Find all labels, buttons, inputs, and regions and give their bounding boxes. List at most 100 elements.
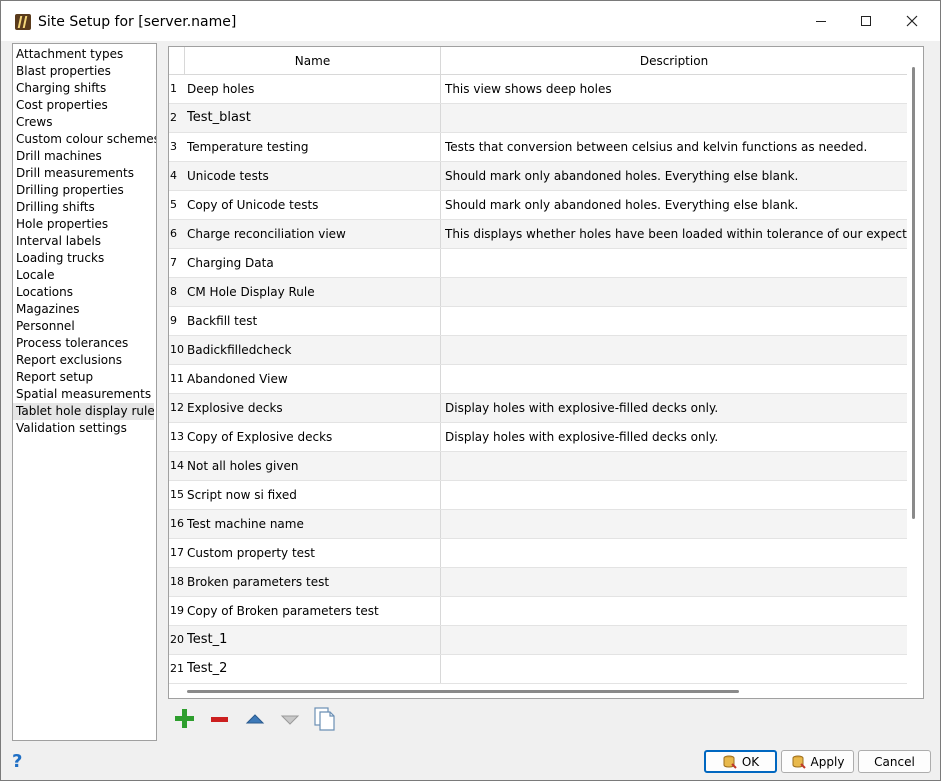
rule-name-cell[interactable]: Unicode tests [187,162,441,190]
sidebar-item[interactable]: Hole properties [13,216,156,233]
rule-name-cell[interactable]: Explosive decks [187,394,441,422]
row-number[interactable]: 18 [169,568,185,596]
sidebar-item[interactable]: Drill measurements [13,165,156,182]
table-row[interactable]: 16 Test machine name [169,510,907,539]
row-number[interactable]: 13 [169,423,185,451]
rule-description-cell[interactable] [445,539,907,567]
close-button[interactable] [889,1,935,41]
title-bar[interactable]: Site Setup for [server.name] [1,1,940,41]
row-number[interactable]: 20 [169,626,185,654]
table-row[interactable]: 13 Copy of Explosive decks Display holes w… [169,423,907,452]
column-header-description[interactable]: Description [441,47,907,75]
sidebar-item[interactable]: Loading trucks [13,250,156,267]
column-header-name[interactable]: Name [185,47,441,75]
sidebar-item[interactable]: Attachment types [13,46,156,63]
rule-name-cell[interactable]: Temperature testing [187,133,441,161]
sidebar-item[interactable]: Personnel [13,318,156,335]
rule-name-cell[interactable]: Charge reconciliation view [187,220,441,248]
rule-description-cell[interactable] [445,104,907,132]
rule-name-cell[interactable]: Script now si fixed [187,481,441,509]
row-number[interactable]: 7 [169,249,185,277]
move-down-button[interactable] [276,705,304,733]
table-row[interactable]: 15 Script now si fixed [169,481,907,510]
sidebar-item[interactable]: Locale [13,267,156,284]
table-row[interactable]: 18 Broken parameters test [169,568,907,597]
settings-category-list[interactable]: Attachment types Blast properties Charging… [12,43,157,741]
rule-description-cell[interactable] [445,336,907,364]
sidebar-item[interactable]: Locations [13,284,156,301]
table-row[interactable]: 1 Deep holes This view shows deep holes [169,75,907,104]
rule-name-cell[interactable]: Test_1 [187,626,441,654]
rule-description-cell[interactable] [445,626,907,654]
sidebar-item[interactable]: Custom colour schemes [13,131,156,148]
rule-name-cell[interactable]: Abandoned View [187,365,441,393]
row-number[interactable]: 21 [169,655,185,683]
apply-button[interactable]: Apply [781,750,854,773]
row-number[interactable]: 4 [169,162,185,190]
rule-description-cell[interactable] [445,278,907,306]
rule-name-cell[interactable]: CM Hole Display Rule [187,278,441,306]
rule-description-cell[interactable]: Tests that conversion between celsius an… [445,133,907,161]
rule-description-cell[interactable]: Display holes with explosive-filled deck… [445,423,907,451]
row-number[interactable]: 11 [169,365,185,393]
maximize-button[interactable] [843,1,889,41]
table-row[interactable]: 8 CM Hole Display Rule [169,278,907,307]
sidebar-item[interactable]: Tablet hole display rules [13,403,154,420]
rule-name-cell[interactable]: Backfill test [187,307,441,335]
sidebar-item[interactable]: Blast properties [13,63,156,80]
rule-name-cell[interactable]: Test_2 [187,655,441,683]
row-number[interactable]: 15 [169,481,185,509]
rule-name-cell[interactable]: Copy of Unicode tests [187,191,441,219]
row-number[interactable]: 3 [169,133,185,161]
rule-name-cell[interactable]: Custom property test [187,539,441,567]
rule-description-cell[interactable] [445,568,907,596]
rule-description-cell[interactable] [445,597,907,625]
sidebar-item[interactable]: Drill machines [13,148,156,165]
sidebar-item[interactable]: Spatial measurements [13,386,156,403]
rule-description-cell[interactable] [445,481,907,509]
row-number[interactable]: 19 [169,597,185,625]
table-row[interactable]: 10 Badickfilledcheck [169,336,907,365]
row-number[interactable]: 6 [169,220,185,248]
rule-name-cell[interactable]: Test_blast [187,104,441,132]
rule-name-cell[interactable]: Copy of Broken parameters test [187,597,441,625]
sidebar-item[interactable]: Crews [13,114,156,131]
row-number[interactable]: 9 [169,307,185,335]
rule-description-cell[interactable] [445,452,907,480]
sidebar-item[interactable]: Drilling properties [13,182,156,199]
table-row[interactable]: 3 Temperature testing Tests that conversio… [169,133,907,162]
sidebar-item[interactable]: Interval labels [13,233,156,250]
row-number[interactable]: 5 [169,191,185,219]
copy-rule-button[interactable] [311,705,339,733]
rule-name-cell[interactable]: Test machine name [187,510,441,538]
table-row[interactable]: 17 Custom property test [169,539,907,568]
table-row[interactable]: 20 Test_1 [169,626,907,655]
table-row[interactable]: 19 Copy of Broken parameters test [169,597,907,626]
rule-name-cell[interactable]: Broken parameters test [187,568,441,596]
move-up-button[interactable] [241,705,269,733]
rule-description-cell[interactable]: This view shows deep holes [445,75,907,103]
ok-button[interactable]: OK [704,750,777,773]
rule-description-cell[interactable] [445,249,907,277]
horizontal-scrollbar[interactable] [187,690,739,693]
sidebar-item[interactable]: Cost properties [13,97,156,114]
rule-description-cell[interactable]: Should mark only abandoned holes. Everyt… [445,191,907,219]
display-rules-table[interactable]: Name Description 1 Deep holes This view sh… [168,46,924,699]
vertical-scrollbar[interactable] [912,67,915,519]
table-row[interactable]: 7 Charging Data [169,249,907,278]
add-rule-button[interactable] [171,705,199,733]
row-number[interactable]: 12 [169,394,185,422]
rule-description-cell[interactable]: Display holes with explosive-filled deck… [445,394,907,422]
sidebar-item[interactable]: Charging shifts [13,80,156,97]
help-icon[interactable]: ? [12,752,28,772]
rule-description-cell[interactable]: This displays whether holes have been lo… [445,220,907,248]
rule-description-cell[interactable] [445,655,907,683]
sidebar-item[interactable]: Magazines [13,301,156,318]
cancel-button[interactable]: Cancel [858,750,931,773]
sidebar-item[interactable]: Report setup [13,369,156,386]
row-number[interactable]: 10 [169,336,185,364]
minimize-button[interactable] [798,1,844,41]
rule-name-cell[interactable]: Not all holes given [187,452,441,480]
row-number[interactable]: 1 [169,75,185,103]
rule-name-cell[interactable]: Copy of Explosive decks [187,423,441,451]
